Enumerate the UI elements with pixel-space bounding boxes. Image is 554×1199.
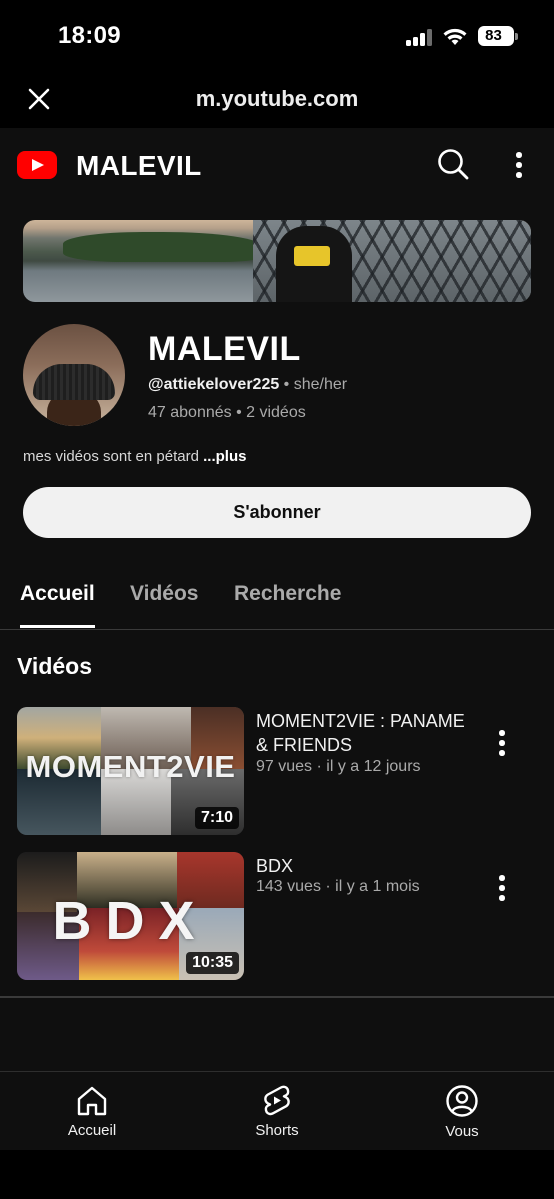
nav-item-vous[interactable]: Vous (402, 1072, 522, 1151)
subscribe-button[interactable]: S'abonner (23, 487, 531, 538)
more-options-icon[interactable] (516, 152, 522, 182)
video-duration: 10:35 (186, 952, 239, 974)
nav-item-shorts[interactable]: Shorts (217, 1072, 337, 1151)
divider (0, 996, 554, 998)
video-meta: 97 vues · il y a 12 jours (256, 758, 421, 775)
battery-level: 83 (485, 27, 502, 44)
channel-handle-line: @attiekelover225 • she/her (148, 376, 347, 394)
home-icon (77, 1086, 107, 1116)
video-more-icon[interactable] (499, 875, 505, 905)
video-more-icon[interactable] (499, 730, 505, 760)
tab-videos[interactable]: Vidéos (130, 582, 198, 606)
channel-tabs: Accueil Vidéos Recherche (0, 568, 554, 630)
video-duration: 7:10 (194, 807, 239, 829)
home-indicator-area (0, 1150, 554, 1199)
video-thumbnail[interactable]: BDX 10:35 (17, 852, 244, 980)
battery-icon: 83 (478, 26, 518, 46)
nav-label: Accueil (67, 1122, 117, 1139)
more-link[interactable]: ...plus (203, 448, 246, 465)
video-meta: 143 vues · il y a 1 mois (256, 878, 420, 895)
wifi-icon (443, 28, 467, 45)
channel-banner (23, 220, 531, 302)
cellular-signal-icon (406, 29, 432, 46)
youtube-logo-icon[interactable] (17, 151, 57, 179)
nav-label: Shorts (255, 1122, 299, 1139)
browser-bar: m.youtube.com (0, 70, 554, 128)
tab-recherche[interactable]: Recherche (234, 582, 341, 606)
channel-handle: @attiekelover225 (148, 376, 280, 393)
nav-item-accueil[interactable]: Accueil (32, 1072, 152, 1151)
thumbnail-text: MOMENT2VIE (25, 749, 236, 784)
youtube-app: MALEVIL MALEVIL @attiekelover225 • she/h… (0, 128, 554, 1150)
video-title[interactable]: MOMENT2VIE : PANAME & FRIENDS (256, 709, 466, 757)
status-bar: 18:09 83 (0, 0, 554, 70)
active-tab-indicator (20, 625, 95, 628)
list-item[interactable]: BDX 10:35 BDX 143 vues · il y a 1 mois (0, 852, 554, 980)
channel-stats: 47 abonnés • 2 vidéos (148, 404, 306, 421)
channel-pronouns: • she/her (279, 376, 348, 393)
list-item[interactable]: MOMENT2VIE 7:10 MOMENT2VIE : PANAME & FR… (0, 707, 554, 835)
section-title: Vidéos (17, 653, 92, 679)
channel-name: MALEVIL (148, 330, 301, 368)
app-header: MALEVIL (0, 128, 554, 202)
video-thumbnail[interactable]: MOMENT2VIE 7:10 (17, 707, 244, 835)
thumbnail-text: BDX (52, 891, 209, 951)
video-title[interactable]: BDX (256, 854, 466, 878)
account-icon (446, 1085, 478, 1117)
channel-avatar[interactable] (23, 324, 125, 426)
status-time: 18:09 (58, 22, 121, 49)
tab-accueil[interactable]: Accueil (20, 582, 95, 606)
channel-description[interactable]: mes vidéos sont en pétard ...plus (23, 448, 246, 465)
bottom-navigation: Accueil Shorts Vous (0, 1071, 554, 1150)
search-icon[interactable] (436, 147, 470, 181)
channel-description-text: mes vidéos sont en pétard (23, 448, 204, 465)
header-title: MALEVIL (76, 150, 202, 181)
url-label[interactable]: m.youtube.com (0, 86, 554, 112)
nav-label: Vous (445, 1123, 479, 1140)
shorts-icon (264, 1085, 290, 1116)
